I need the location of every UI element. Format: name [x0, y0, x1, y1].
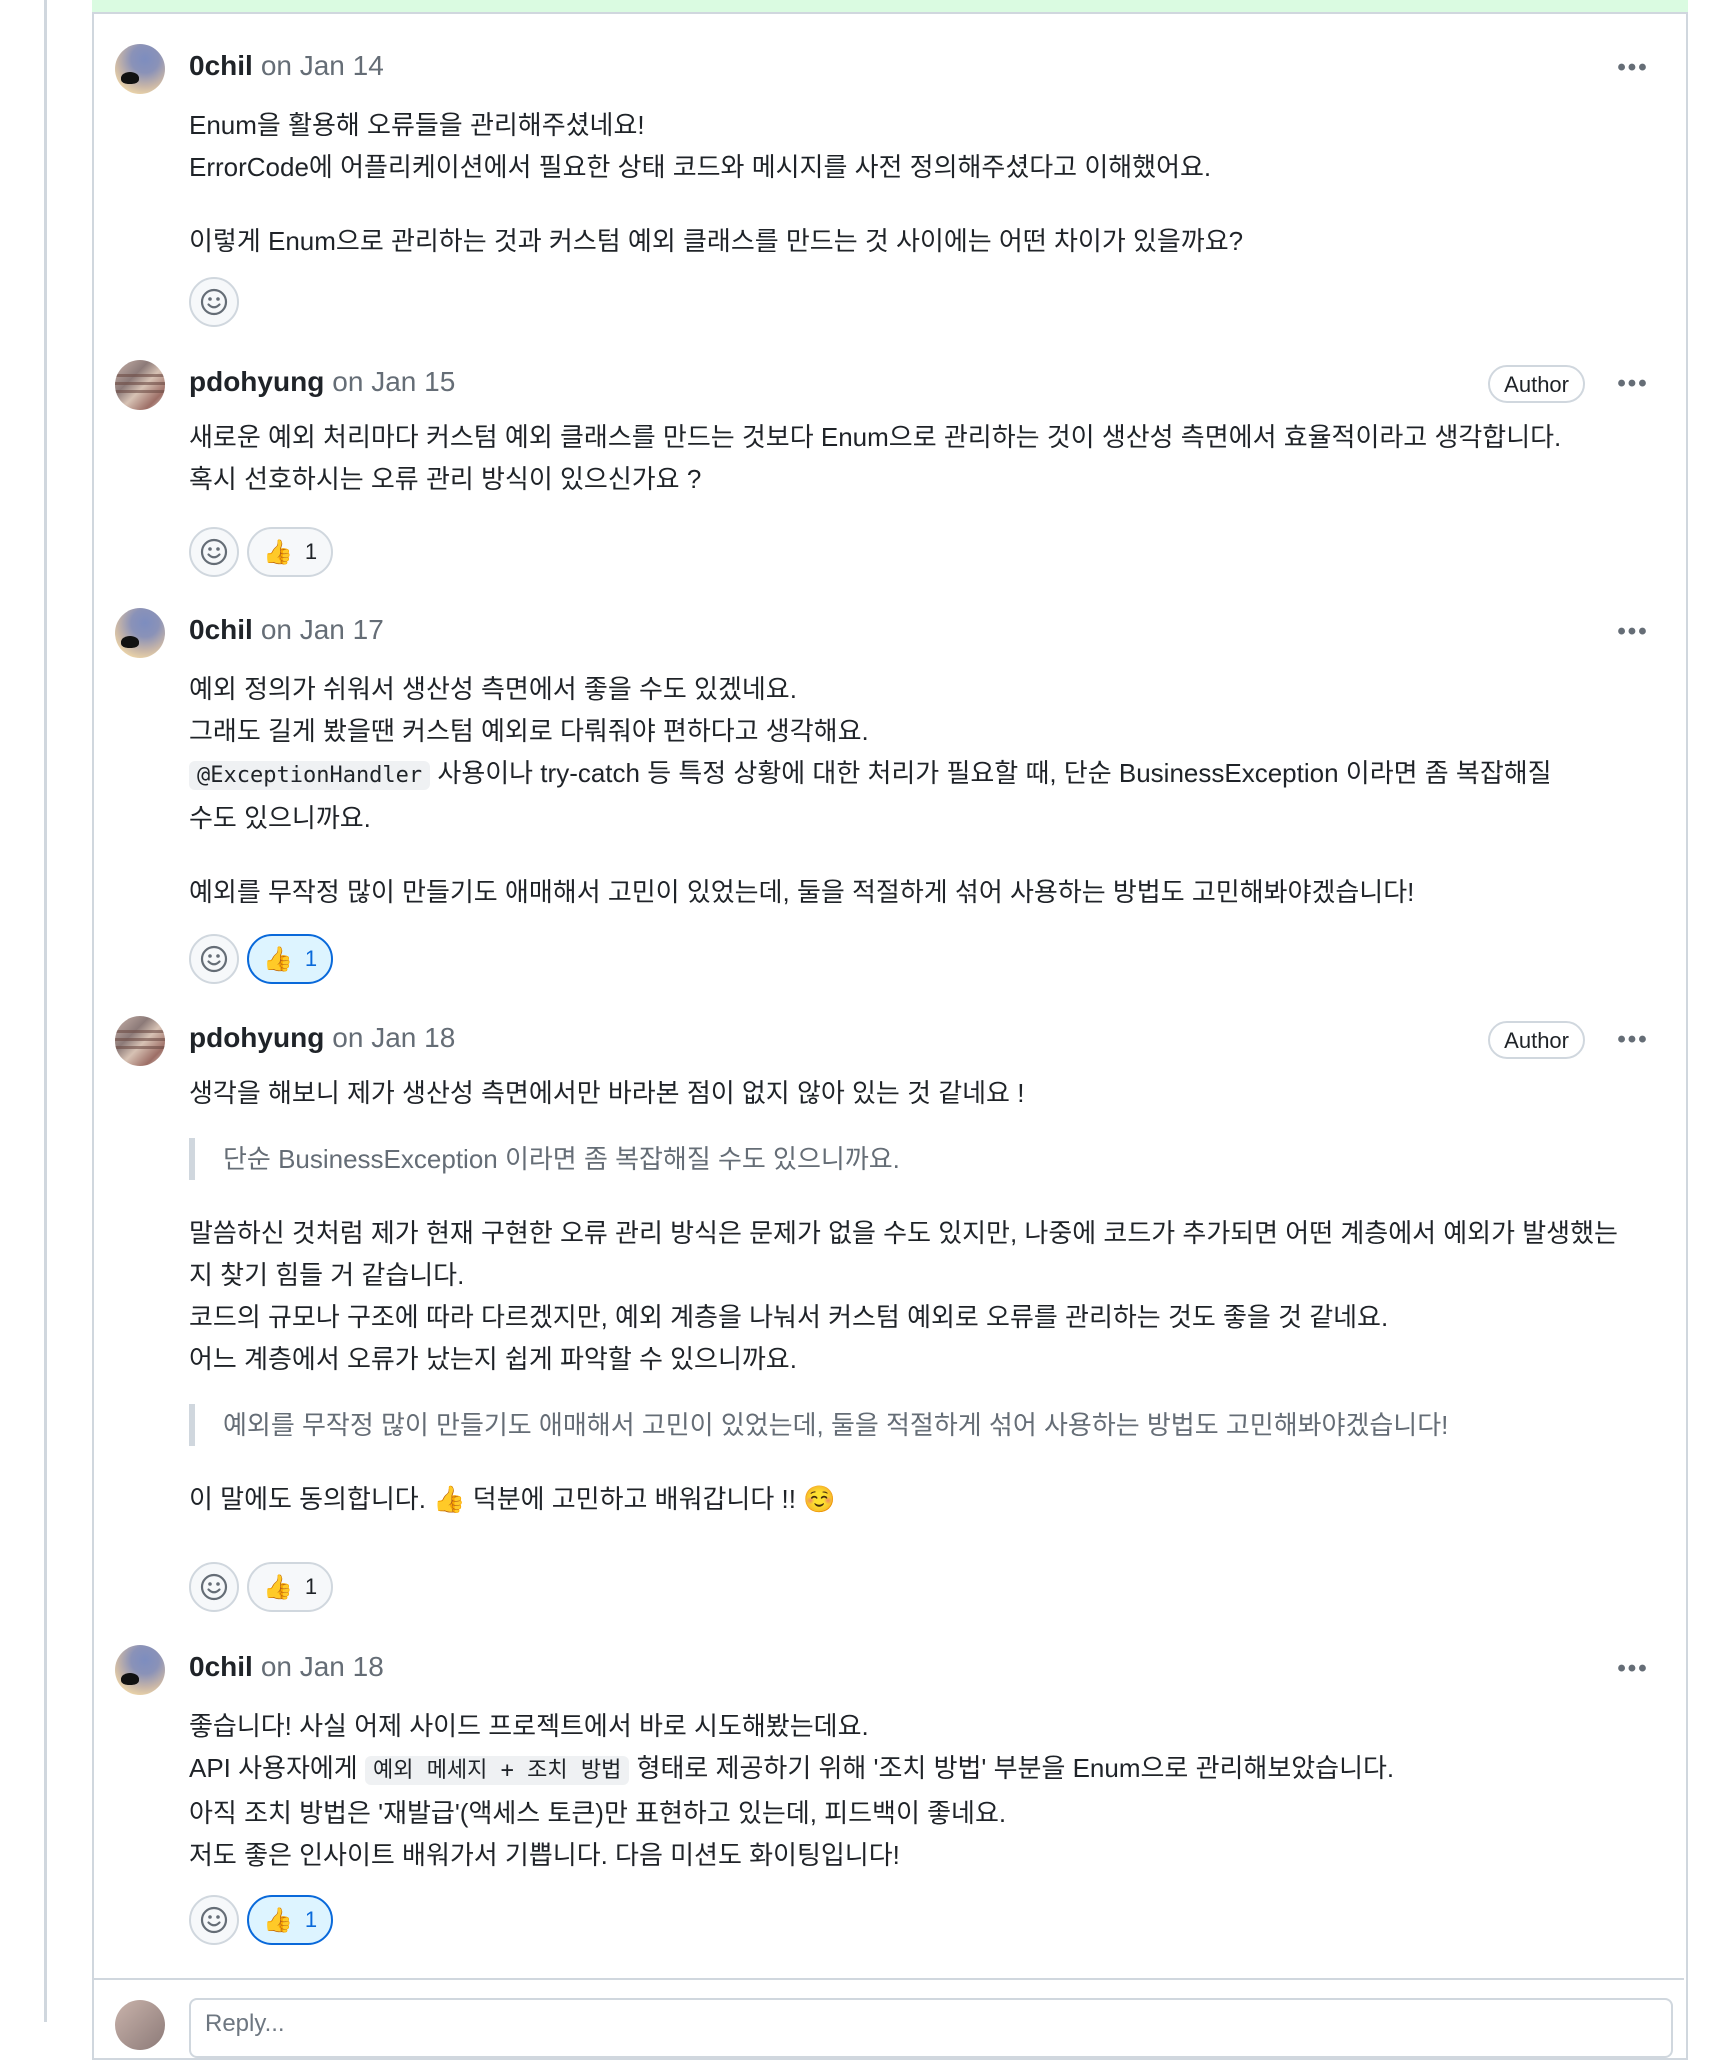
thumbs-up-reaction[interactable]: 👍 1	[247, 527, 334, 577]
comment-header: 0chil on Jan 14	[189, 48, 384, 84]
comment-header: 0chil on Jan 17	[189, 612, 384, 648]
comment-date[interactable]: on Jan 17	[261, 614, 384, 646]
author-name[interactable]: 0chil	[189, 1651, 253, 1683]
comment: 0chil on Jan 17 ••• 예외 정의가 쉬워서 생산성 측면에서 …	[115, 608, 1655, 998]
blockquote: 단순 BusinessException 이라면 좀 복잡해질 수도 있으니까요…	[189, 1138, 1649, 1180]
reactions: 👍 1	[189, 934, 334, 984]
avatar[interactable]	[115, 608, 165, 658]
author-name[interactable]: 0chil	[189, 614, 253, 646]
author-badge: Author	[1488, 1021, 1585, 1059]
comment-header: pdohyung on Jan 15	[189, 364, 455, 400]
reaction-count: 1	[304, 1907, 318, 1932]
reply-input[interactable]: Reply...	[189, 1998, 1673, 2058]
diff-added-line	[92, 0, 1688, 14]
inline-code: 예외 메세지 + 조치 방법	[364, 1756, 630, 1785]
comment-date[interactable]: on Jan 18	[332, 1022, 455, 1054]
comment-text: 예외 정의가 쉬워서 생산성 측면에서 좋을 수도 있겠네요.	[189, 674, 797, 704]
comment-text: Enum을 활용해 오류들을 관리해주셨네요!	[189, 110, 645, 140]
comment-text: 그래도 길게 봤을땐 커스텀 예외로 다뤄줘야 편하다고 생각해요.	[189, 716, 869, 746]
more-options-icon[interactable]: •••	[1611, 1649, 1655, 1689]
author-badge: Author	[1488, 365, 1585, 403]
blockquote: 예외를 무작정 많이 만들기도 애매해서 고민이 있었는데, 둘을 적절하게 섞…	[189, 1404, 1649, 1446]
reaction-count: 1	[304, 1574, 318, 1599]
comment-text: 좋습니다! 사실 어제 사이드 프로젝트에서 바로 시도해봤는데요.	[189, 1711, 869, 1741]
comment-text: @ExceptionHandler 사용이나 try-catch 등 특정 상황…	[189, 752, 1649, 797]
reply-area: Reply...	[115, 1990, 1675, 2058]
thumbs-up-icon: 👍	[263, 1573, 293, 1601]
comment-text: 저도 좋은 인사이트 배워가서 기쁩니다. 다음 미션도 화이팅입니다!	[189, 1840, 900, 1870]
comment-body: 예외 정의가 쉬워서 생산성 측면에서 좋을 수도 있겠네요. 그래도 길게 봤…	[189, 668, 1649, 913]
comment-text: 어느 계층에서 오류가 났는지 쉽게 파악할 수 있으니까요.	[189, 1344, 797, 1374]
add-reaction-button[interactable]	[189, 934, 239, 984]
author-name[interactable]: pdohyung	[189, 1022, 324, 1054]
comment-body: 좋습니다! 사실 어제 사이드 프로젝트에서 바로 시도해봤는데요. API 사…	[189, 1705, 1649, 1876]
comment-date[interactable]: on Jan 14	[261, 50, 384, 82]
comment-text: 아직 조치 방법은 '재발급'(액세스 토큰)만 표현하고 있는데, 피드백이 …	[189, 1798, 1007, 1828]
comment-text-fragment: 형태로 제공하기 위해 '조치 방법' 부분을 Enum으로 관리해보았습니다.	[636, 1753, 1395, 1783]
smiley-icon	[200, 288, 228, 316]
comment-date[interactable]: on Jan 15	[332, 366, 455, 398]
author-name[interactable]: 0chil	[189, 50, 253, 82]
add-reaction-button[interactable]	[189, 1895, 239, 1945]
author-name[interactable]: pdohyung	[189, 366, 324, 398]
divider	[94, 1978, 1684, 1980]
more-options-icon[interactable]: •••	[1611, 364, 1655, 404]
comment-header: pdohyung on Jan 18	[189, 1020, 455, 1056]
comment-text: 혹시 선호하시는 오류 관리 방식이 있으신가요 ?	[189, 464, 702, 494]
reactions	[189, 277, 239, 327]
reactions: 👍 1	[189, 1562, 334, 1612]
timeline-line	[44, 0, 47, 2022]
thumbs-up-icon: 👍	[263, 945, 293, 973]
comment: 0chil on Jan 18 ••• 좋습니다! 사실 어제 사이드 프로젝트…	[115, 1645, 1655, 1955]
add-reaction-button[interactable]	[189, 1562, 239, 1612]
comment-header: 0chil on Jan 18	[189, 1649, 384, 1685]
comment-text: 새로운 예외 처리마다 커스텀 예외 클래스를 만드는 것보다 Enum으로 관…	[189, 422, 1562, 452]
avatar[interactable]	[115, 360, 165, 410]
comment-text: API 사용자에게 예외 메세지 + 조치 방법 형태로 제공하기 위해 '조치…	[189, 1747, 1649, 1792]
comment-text: 코드의 규모나 구조에 따라 다르겠지만, 예외 계층을 나눠서 커스텀 예외로…	[189, 1302, 1389, 1332]
thumbs-up-reaction[interactable]: 👍 1	[247, 1895, 334, 1945]
reaction-count: 1	[304, 539, 318, 564]
smiley-icon	[200, 1906, 228, 1934]
comment-text: 이 말에도 동의합니다. 👍 덕분에 고민하고 배워갑니다 !! ☺️	[189, 1484, 836, 1514]
smiley-icon	[200, 945, 228, 973]
comment: 0chil on Jan 14 ••• Enum을 활용해 오류들을 관리해주셨…	[115, 44, 1655, 334]
add-reaction-button[interactable]	[189, 277, 239, 327]
thumbs-up-icon: 👍	[263, 538, 293, 566]
comment-text: 예외를 무작정 많이 만들기도 애매해서 고민이 있었는데, 둘을 적절하게 섞…	[189, 877, 1415, 907]
reaction-count: 1	[304, 946, 318, 971]
comment-text-fragment: 사용이나 try-catch 등 특정 상황에 대한 처리가 필요할 때, 단순…	[437, 758, 1552, 788]
inline-code: @ExceptionHandler	[189, 761, 431, 790]
comment-date[interactable]: on Jan 18	[261, 1651, 384, 1683]
add-reaction-button[interactable]	[189, 527, 239, 577]
avatar[interactable]	[115, 1016, 165, 1066]
comment-body: 새로운 예외 처리마다 커스텀 예외 클래스를 만드는 것보다 Enum으로 관…	[189, 416, 1649, 500]
comment-text: 이렇게 Enum으로 관리하는 것과 커스텀 예외 클래스를 만드는 것 사이에…	[189, 226, 1244, 256]
comment-text: 생각을 해보니 제가 생산성 측면에서만 바라본 점이 없지 않아 있는 것 같…	[189, 1078, 1025, 1108]
comment-text: 지 찾기 힘들 거 같습니다.	[189, 1260, 465, 1290]
thumbs-up-reaction[interactable]: 👍 1	[247, 934, 334, 984]
reactions: 👍 1	[189, 1895, 334, 1945]
comment: pdohyung on Jan 18 Author ••• 생각을 해보니 제가…	[115, 1016, 1655, 1626]
avatar	[115, 2000, 165, 2050]
avatar[interactable]	[115, 1645, 165, 1695]
smiley-icon	[200, 1573, 228, 1601]
thumbs-up-reaction[interactable]: 👍 1	[247, 1562, 334, 1612]
reactions: 👍 1	[189, 527, 334, 577]
comment-text: 말씀하신 것처럼 제가 현재 구현한 오류 관리 방식은 문제가 없을 수도 있…	[189, 1218, 1618, 1248]
more-options-icon[interactable]: •••	[1611, 612, 1655, 652]
smiley-icon	[200, 538, 228, 566]
comment-text-fragment: API 사용자에게	[189, 1753, 358, 1783]
comment-text: 수도 있으니까요.	[189, 803, 371, 833]
thumbs-up-icon: 👍	[263, 1906, 293, 1934]
comment-body: Enum을 활용해 오류들을 관리해주셨네요! ErrorCode에 어플리케이…	[189, 104, 1649, 262]
comment-body: 생각을 해보니 제가 생산성 측면에서만 바라본 점이 없지 않아 있는 것 같…	[189, 1072, 1649, 1520]
avatar[interactable]	[115, 44, 165, 94]
more-options-icon[interactable]: •••	[1611, 1020, 1655, 1060]
comment-text: ErrorCode에 어플리케이션에서 필요한 상태 코드와 메시지를 사전 정…	[189, 152, 1212, 182]
more-options-icon[interactable]: •••	[1611, 48, 1655, 88]
comment: pdohyung on Jan 15 Author ••• 새로운 예외 처리마…	[115, 360, 1655, 580]
